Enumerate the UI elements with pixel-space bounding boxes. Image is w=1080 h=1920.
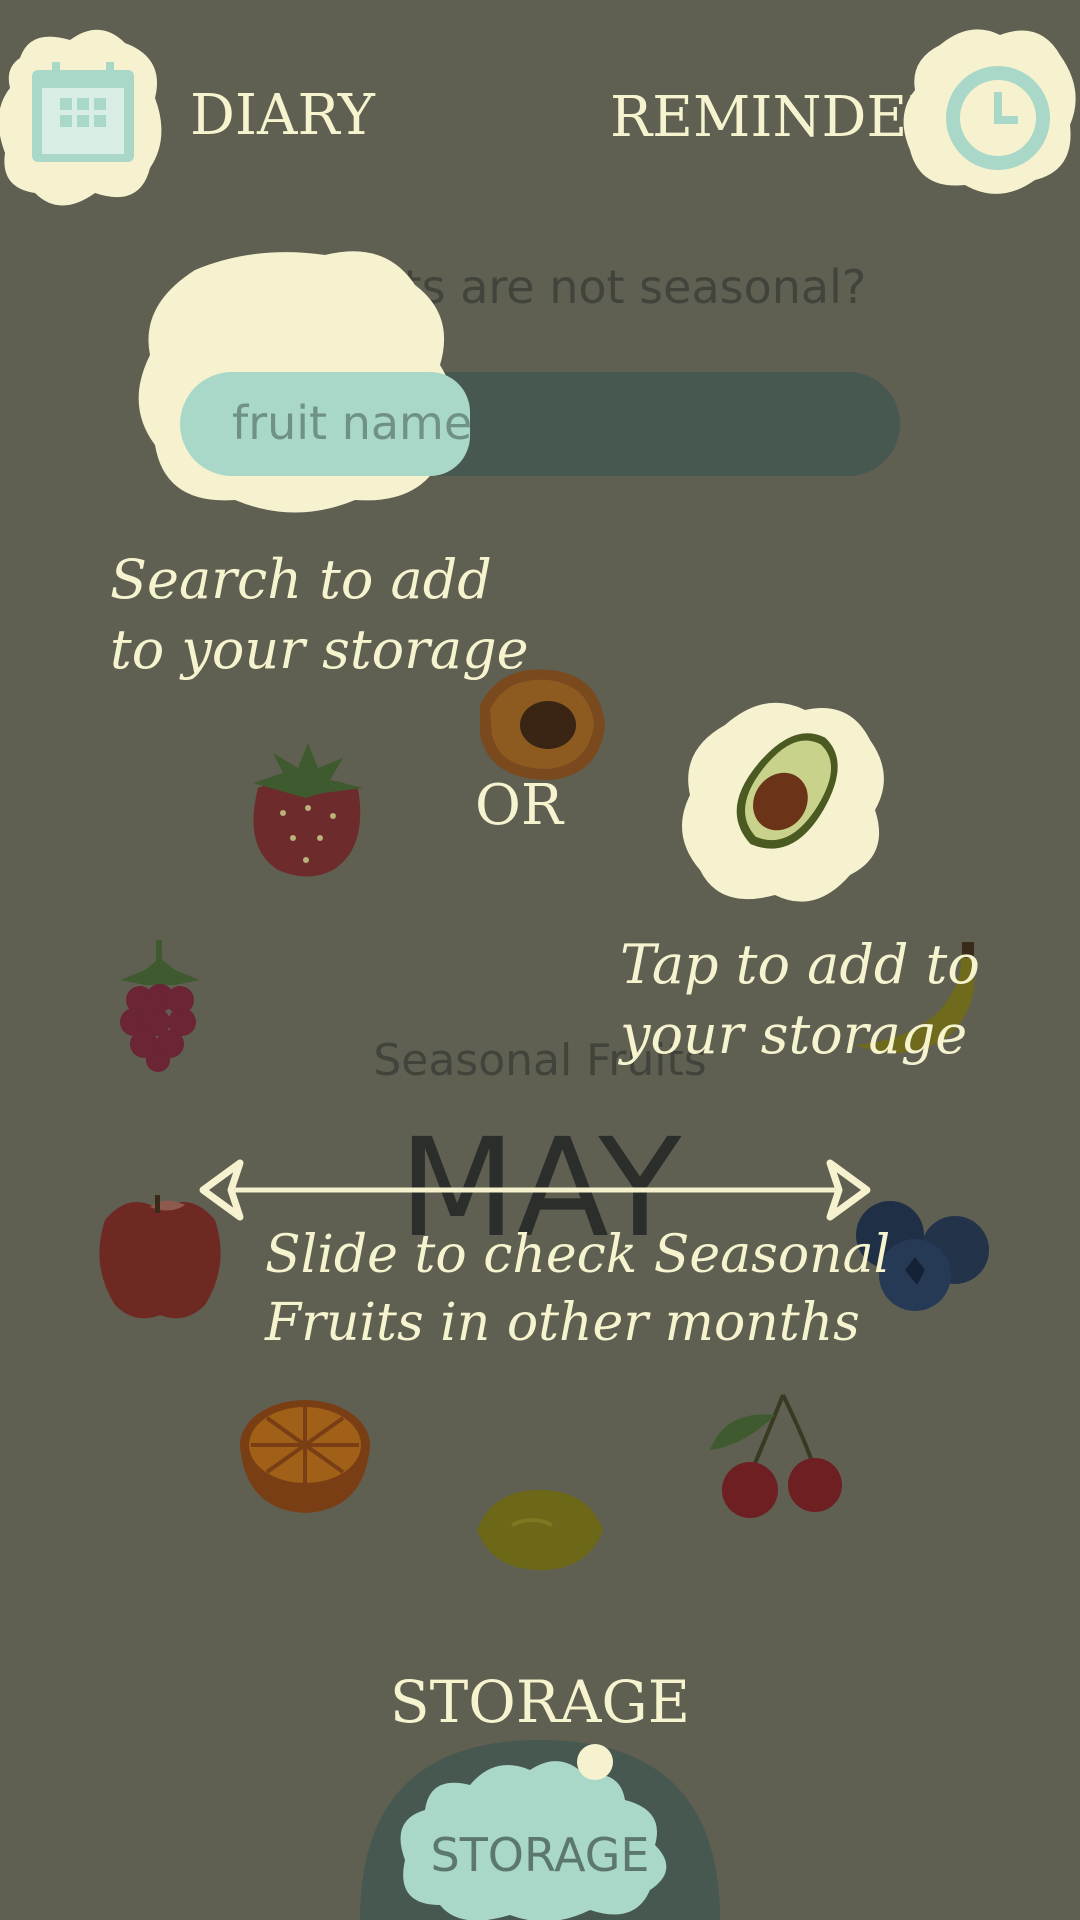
tap-hint-line1: Tap to add to <box>620 933 980 996</box>
diary-label: DIARY <box>190 83 375 148</box>
slide-hint-line2: Fruits in other months <box>265 1292 860 1353</box>
tap-hint: Tap to add to your storage <box>620 930 980 1070</box>
search-hint: Search to add to your storage <box>110 545 529 685</box>
storage-overlay-label: STORAGE <box>389 1668 691 1736</box>
search-prompt: Your fruits are not seasonal? <box>213 260 867 314</box>
calendar-icon <box>0 29 162 206</box>
peach-icon[interactable] <box>470 665 610 785</box>
reminder-label: REMINDER <box>610 85 950 150</box>
storage-button[interactable]: STORAGE <box>360 1740 720 1920</box>
search-hint-line2: to your storage <box>110 618 529 682</box>
slide-arrow-icon <box>199 1159 871 1221</box>
avocado-button[interactable] <box>675 695 890 910</box>
diary-button[interactable]: DIARY <box>0 18 375 208</box>
clock-icon <box>903 29 1076 194</box>
tap-hint-line2: your storage <box>620 1003 968 1067</box>
search-input[interactable] <box>180 372 900 476</box>
cherries-icon[interactable] <box>705 1390 850 1525</box>
search-field[interactable] <box>180 372 900 476</box>
orange-icon[interactable] <box>235 1395 375 1515</box>
slide-hint: Slide to check Seasonal Fruits in other … <box>265 1222 890 1357</box>
strawberry-icon[interactable] <box>238 738 374 878</box>
search-hint-line1: Search to add <box>110 548 492 611</box>
slide-hint-line1: Slide to check Seasonal <box>265 1225 891 1285</box>
storage-button-label: STORAGE <box>430 1828 650 1882</box>
lemon-icon[interactable] <box>472 1485 608 1575</box>
reminder-button[interactable]: REMINDER <box>600 20 1080 210</box>
